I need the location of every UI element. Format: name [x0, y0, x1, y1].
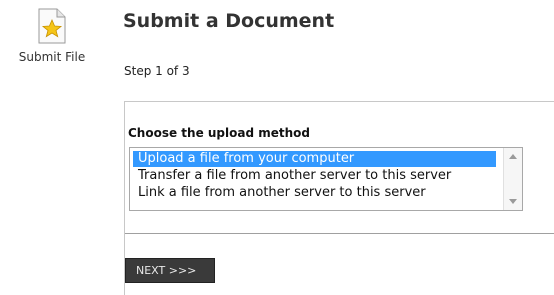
scroll-down-arrow-icon[interactable] — [509, 199, 517, 204]
upload-method-listbox[interactable]: Upload a file from your computer Transfe… — [129, 147, 523, 211]
option-transfer-from-server[interactable]: Transfer a file from another server to t… — [130, 168, 522, 184]
next-button[interactable]: NEXT >>> — [125, 258, 215, 283]
option-link-from-server[interactable]: Link a file from another server to this … — [130, 185, 522, 201]
document-star-icon — [38, 8, 66, 44]
form-divider — [125, 233, 554, 234]
scroll-up-arrow-icon[interactable] — [509, 154, 517, 159]
listbox-scrollbar[interactable] — [503, 148, 522, 210]
step-indicator: Step 1 of 3 — [124, 64, 190, 78]
option-upload-from-computer[interactable]: Upload a file from your computer — [133, 151, 496, 167]
submit-document-page: Submit File Submit a Document Step 1 of … — [0, 0, 554, 295]
page-title: Submit a Document — [123, 10, 335, 32]
upload-method-label: Choose the upload method — [128, 126, 311, 140]
upload-form-panel: Choose the upload method Upload a file f… — [124, 101, 554, 295]
submit-file-label: Submit File — [18, 50, 86, 64]
submit-file-nav[interactable]: Submit File — [8, 8, 96, 64]
